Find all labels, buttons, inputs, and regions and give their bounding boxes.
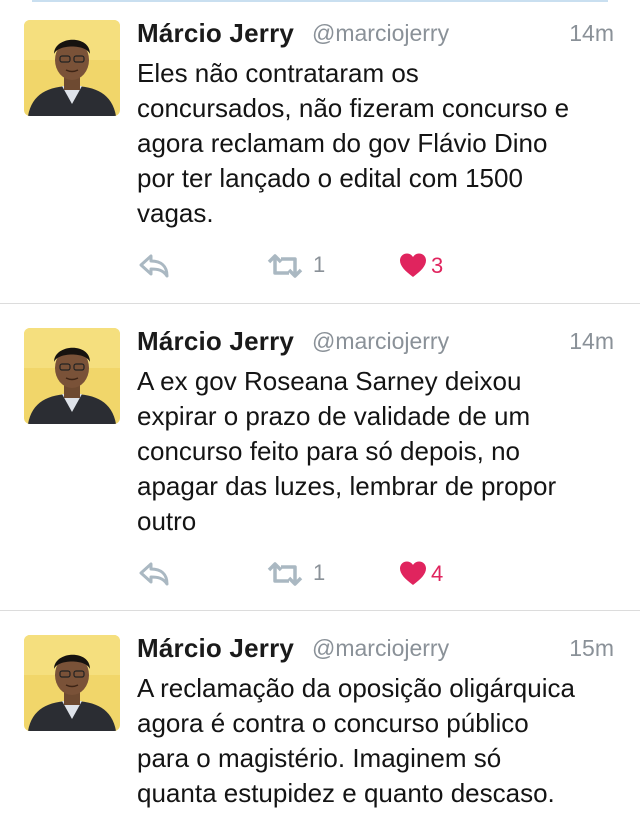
tweet[interactable]: Márcio Jerry @marciojerry 14m Eles não c… (0, 0, 640, 303)
retweet-icon (267, 254, 303, 278)
like-button[interactable]: 4 (399, 560, 459, 588)
like-count: 4 (431, 561, 444, 586)
tweet-actions: 1 4 (137, 560, 477, 588)
retweet-count: 1 (313, 560, 326, 585)
tweet-text-line: para o magistério. Imaginem só (137, 743, 502, 773)
reply-button[interactable] (137, 252, 173, 280)
heart-icon (400, 561, 426, 585)
avatar[interactable] (24, 635, 120, 731)
tweet-text-line: concurso feito para só depois, no (137, 436, 521, 466)
avatar[interactable] (24, 20, 120, 116)
timestamp[interactable]: 15m (569, 635, 614, 662)
avatar[interactable] (24, 328, 120, 424)
tweet-actions: 1 3 (137, 252, 477, 280)
author-handle[interactable]: @marciojerry (312, 635, 449, 662)
author-name[interactable]: Márcio Jerry (137, 326, 294, 357)
tweet-text-line: por ter lançado o edital com 1500 (137, 163, 523, 193)
tweet-text: A ex gov Roseana Sarney deixou expirar o… (137, 364, 617, 539)
like-button[interactable]: 3 (399, 252, 459, 280)
author-handle[interactable]: @marciojerry (312, 328, 449, 355)
author-handle[interactable]: @marciojerry (312, 20, 449, 47)
tweet-text-line: apagar das luzes, lembrar de propor (137, 471, 557, 501)
timestamp[interactable]: 14m (569, 328, 614, 355)
timestamp[interactable]: 14m (569, 20, 614, 47)
retweet-count: 1 (313, 252, 326, 277)
reply-button[interactable] (137, 560, 173, 588)
tweet-text: A reclamação da oposição oligárquica ago… (137, 671, 617, 811)
tweet-text-line: vagas. (137, 198, 214, 228)
retweet-button[interactable]: 1 (265, 252, 335, 280)
tweet-header: Márcio Jerry @marciojerry 14m (137, 326, 614, 358)
tweet[interactable]: Márcio Jerry @marciojerry 15m A reclamaç… (0, 611, 640, 829)
tweet-text-line: concursados, não fizeram concurso e (137, 93, 570, 123)
tweet[interactable]: Márcio Jerry @marciojerry 14m A ex gov R… (0, 304, 640, 610)
retweet-icon (267, 562, 303, 586)
tweet-text-line: A ex gov Roseana Sarney deixou (137, 366, 522, 396)
tweet-header: Márcio Jerry @marciojerry 14m (137, 18, 614, 50)
author-name[interactable]: Márcio Jerry (137, 633, 294, 664)
tweet-text-line: Eles não contrataram os (137, 58, 419, 88)
reply-icon (139, 254, 169, 278)
tweet-text-line: outro (137, 506, 197, 536)
tweet-text-line: A reclamação da oposição oligárquica (137, 673, 575, 703)
reply-icon (139, 562, 169, 586)
tweet-text-line: expirar o prazo de validade de um (137, 401, 531, 431)
tweet-header: Márcio Jerry @marciojerry 15m (137, 633, 614, 665)
tweet-text-line: agora reclamam do gov Flávio Dino (137, 128, 548, 158)
tweet-text-line: agora é contra o concurso público (137, 708, 529, 738)
tweet-text-line: quanta estupidez e quanto descaso. (137, 778, 555, 808)
retweet-button[interactable]: 1 (265, 560, 335, 588)
heart-icon (400, 253, 426, 277)
like-count: 3 (431, 253, 444, 278)
tweet-text: Eles não contrataram os concursados, não… (137, 56, 617, 231)
author-name[interactable]: Márcio Jerry (137, 18, 294, 49)
